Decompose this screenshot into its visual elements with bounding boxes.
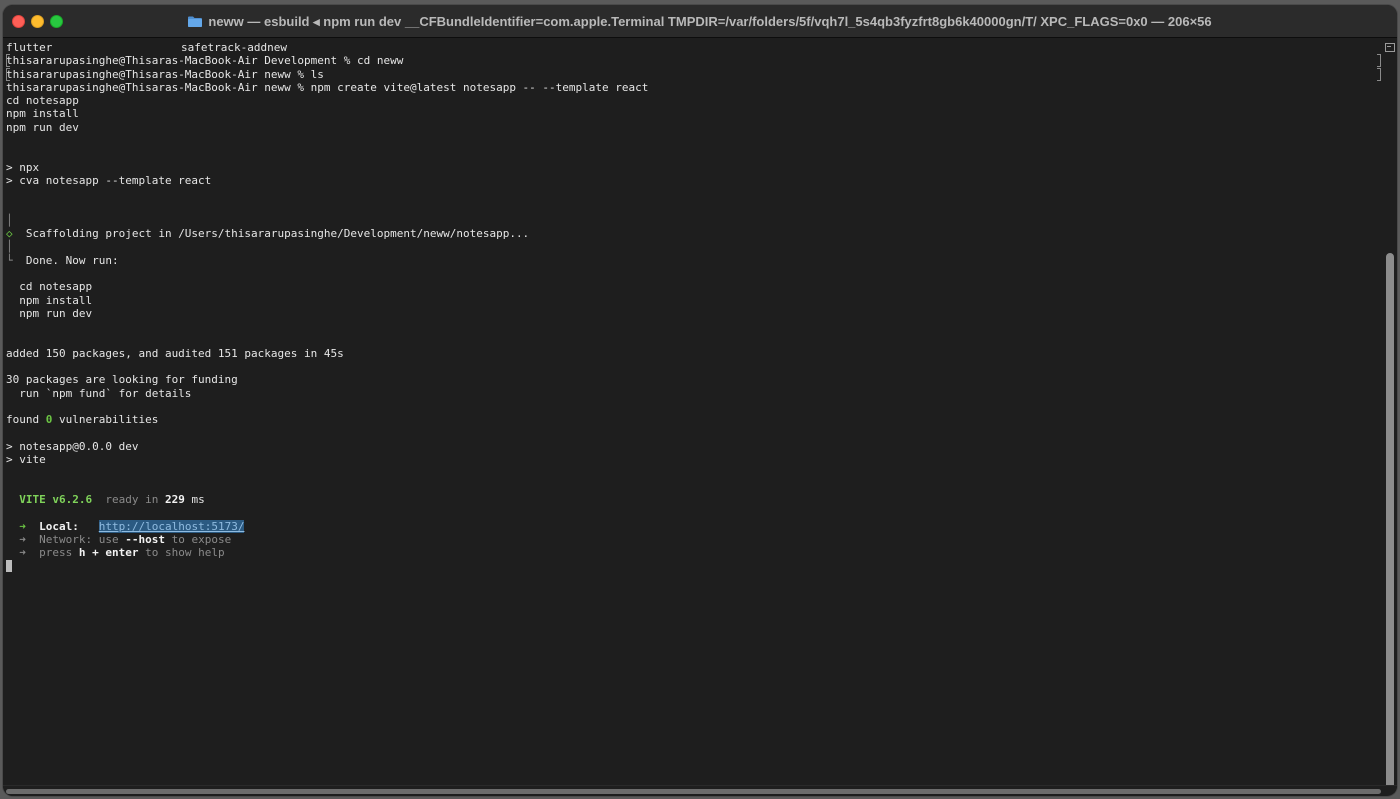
prompt-line: thisararupasinghe@Thisaras-MacBook-Air D…	[6, 54, 1385, 68]
vulnerabilities-line: found 0 vulnerabilities	[6, 413, 1385, 426]
ls-item-flutter: flutter	[6, 41, 53, 54]
mark-bracket-right	[1377, 67, 1381, 81]
found-suffix: vulnerabilities	[52, 413, 159, 427]
output-line: added 150 packages, and audited 151 pack…	[6, 346, 344, 360]
gutter-pipe: │	[6, 213, 13, 227]
output-line: > notesapp@0.0.0 dev	[6, 439, 139, 453]
folder-icon	[188, 16, 203, 27]
host-flag: --host	[125, 532, 165, 546]
mark-bracket-left	[6, 54, 10, 68]
mark-bracket-right	[1377, 54, 1381, 68]
window-title: neww — esbuild ◂ npm run dev __CFBundleI…	[208, 13, 1212, 29]
help-line: ➜ press h + enter to show help	[6, 546, 1385, 559]
vertical-scrollbar[interactable]	[1383, 39, 1397, 796]
output-line: > vite	[6, 453, 46, 467]
output-line: run `npm fund` for details	[6, 386, 192, 400]
help-key: h + enter	[78, 546, 139, 560]
press-text: press	[39, 546, 73, 560]
output-line: cd notesapp	[6, 94, 79, 108]
output-line: cd notesapp	[6, 280, 93, 294]
arrow-icon: ➜	[19, 532, 26, 546]
gutter-line: │	[6, 240, 1385, 253]
scaffold-text: Scaffolding project in /Users/thisararup…	[12, 227, 530, 241]
done-line: └ Done. Now run:	[6, 254, 1385, 267]
window-title-area: neww — esbuild ◂ npm run dev __CFBundleI…	[73, 5, 1327, 38]
scaffold-line: ◇ Scaffolding project in /Users/thisarar…	[6, 227, 1385, 240]
minimize-button[interactable]	[31, 15, 44, 28]
horizontal-scrollbar[interactable]	[3, 785, 1397, 796]
prompt-line: thisararupasinghe@Thisaras-MacBook-Air n…	[6, 67, 1385, 81]
ready-in-text: ready in	[105, 493, 159, 507]
title-bar[interactable]: neww — esbuild ◂ npm run dev __CFBundleI…	[3, 5, 1397, 38]
network-use: use	[98, 532, 119, 546]
gutter-corner: └	[6, 253, 13, 267]
ready-unit: ms	[191, 493, 205, 507]
output-line: npm install	[6, 107, 79, 121]
prompt-cd-neww: thisararupasinghe@Thisaras-MacBook-Air D…	[6, 54, 404, 68]
vite-version: VITE v6.2.6	[19, 493, 93, 507]
gutter-line: │	[6, 214, 1385, 227]
found-prefix: found	[6, 413, 46, 427]
ls-item-safetrack: safetrack-addnew	[181, 41, 287, 54]
scrollbar-thumb[interactable]	[1386, 253, 1394, 796]
scroll-marker-icon	[1385, 43, 1395, 52]
prompt-npm-create: thisararupasinghe@Thisaras-MacBook-Air n…	[6, 80, 649, 94]
prompt-line: thisararupasinghe@Thisaras-MacBook-Air n…	[6, 81, 1385, 94]
done-text: Done. Now run:	[12, 253, 119, 267]
local-url-line: ➜ Local: http://localhost:5173/	[6, 519, 1385, 533]
mark-bracket-left	[6, 67, 10, 81]
output-line: > cva notesapp --template react	[6, 173, 212, 187]
ls-output-line: flutter safetrack-addnew	[6, 41, 1385, 54]
close-button[interactable]	[12, 15, 25, 28]
gutter-pipe: │	[6, 240, 13, 254]
zoom-button[interactable]	[50, 15, 63, 28]
cursor-line	[6, 559, 1385, 573]
help-text: to show help	[145, 546, 225, 560]
output-line: 30 packages are looking for funding	[6, 373, 238, 387]
arrow-icon: ➜	[19, 519, 26, 533]
arrow-icon: ➜	[19, 546, 26, 560]
output-line: > npx	[6, 160, 40, 174]
output-line: npm install	[6, 293, 93, 307]
terminal-output[interactable]: flutter safetrack-addnew thisararupasingh…	[3, 39, 1385, 787]
local-label: Local:	[39, 519, 79, 533]
diamond-icon: ◇	[6, 227, 13, 241]
horizontal-scrollbar-thumb[interactable]	[6, 789, 1381, 794]
text-cursor	[6, 559, 12, 572]
ready-time: 229	[164, 493, 185, 507]
terminal-window: neww — esbuild ◂ npm run dev __CFBundleI…	[2, 4, 1398, 797]
network-line: ➜ Network: use --host to expose	[6, 533, 1385, 546]
output-line: npm run dev	[6, 120, 79, 134]
network-label: Network:	[39, 532, 93, 546]
vite-ready-line: VITE v6.2.6 ready in 229 ms	[6, 493, 1385, 506]
output-line: npm run dev	[6, 306, 93, 320]
local-url-link[interactable]: http://localhost:5173/	[98, 519, 245, 533]
network-expose: to expose	[171, 532, 232, 546]
prompt-ls: thisararupasinghe@Thisaras-MacBook-Air n…	[6, 67, 324, 81]
